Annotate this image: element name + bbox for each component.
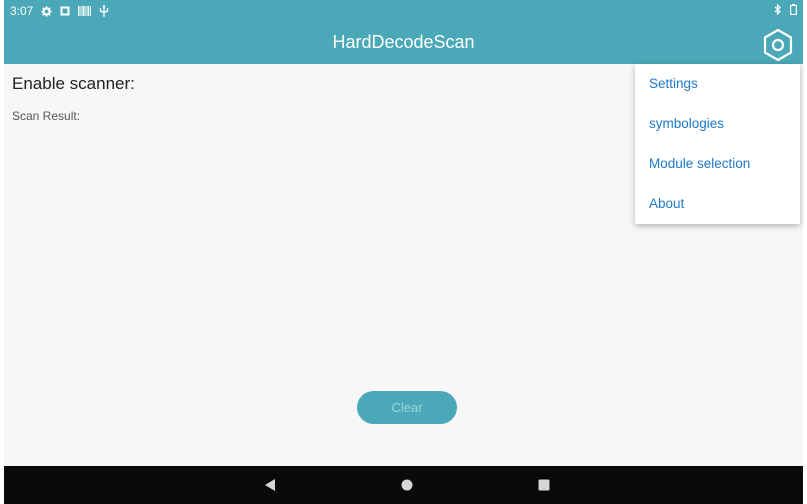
recents-icon	[538, 479, 550, 491]
home-button[interactable]	[396, 474, 418, 496]
menu-item-about[interactable]: About	[635, 184, 800, 224]
status-time: 3:07	[10, 4, 34, 18]
image-notification-icon	[60, 6, 70, 16]
enable-scanner-label: Enable scanner:	[12, 74, 135, 93]
gear-icon	[41, 5, 52, 17]
status-left: 3:07	[10, 4, 109, 18]
settings-gear-icon	[763, 28, 793, 62]
recents-button[interactable]	[533, 474, 555, 496]
app-screen: 3:07 HardDecodeScan Enable scanner: Scan…	[0, 0, 807, 504]
home-icon	[401, 479, 413, 491]
barcode-icon	[78, 6, 92, 16]
app-title: HardDecodeScan	[332, 32, 475, 52]
app-bar: 3:07 HardDecodeScan	[4, 0, 803, 64]
navigation-bar	[4, 466, 803, 504]
clear-button[interactable]: Clear	[357, 391, 457, 424]
menu-item-symbologies[interactable]: symbologies	[635, 104, 800, 144]
status-right	[774, 4, 797, 15]
usb-icon	[99, 5, 109, 17]
back-icon	[265, 479, 275, 491]
status-bar: 3:07	[4, 0, 803, 22]
back-button[interactable]	[259, 474, 281, 496]
battery-icon	[790, 4, 797, 15]
bluetooth-icon	[774, 4, 782, 15]
scan-result-label: Scan Result:	[12, 109, 81, 123]
menu-item-settings[interactable]: Settings	[635, 64, 800, 104]
menu-item-module-selection[interactable]: Module selection	[635, 144, 800, 184]
overflow-menu: Settings symbologies Module selection Ab…	[635, 64, 800, 224]
settings-button[interactable]	[761, 28, 795, 62]
